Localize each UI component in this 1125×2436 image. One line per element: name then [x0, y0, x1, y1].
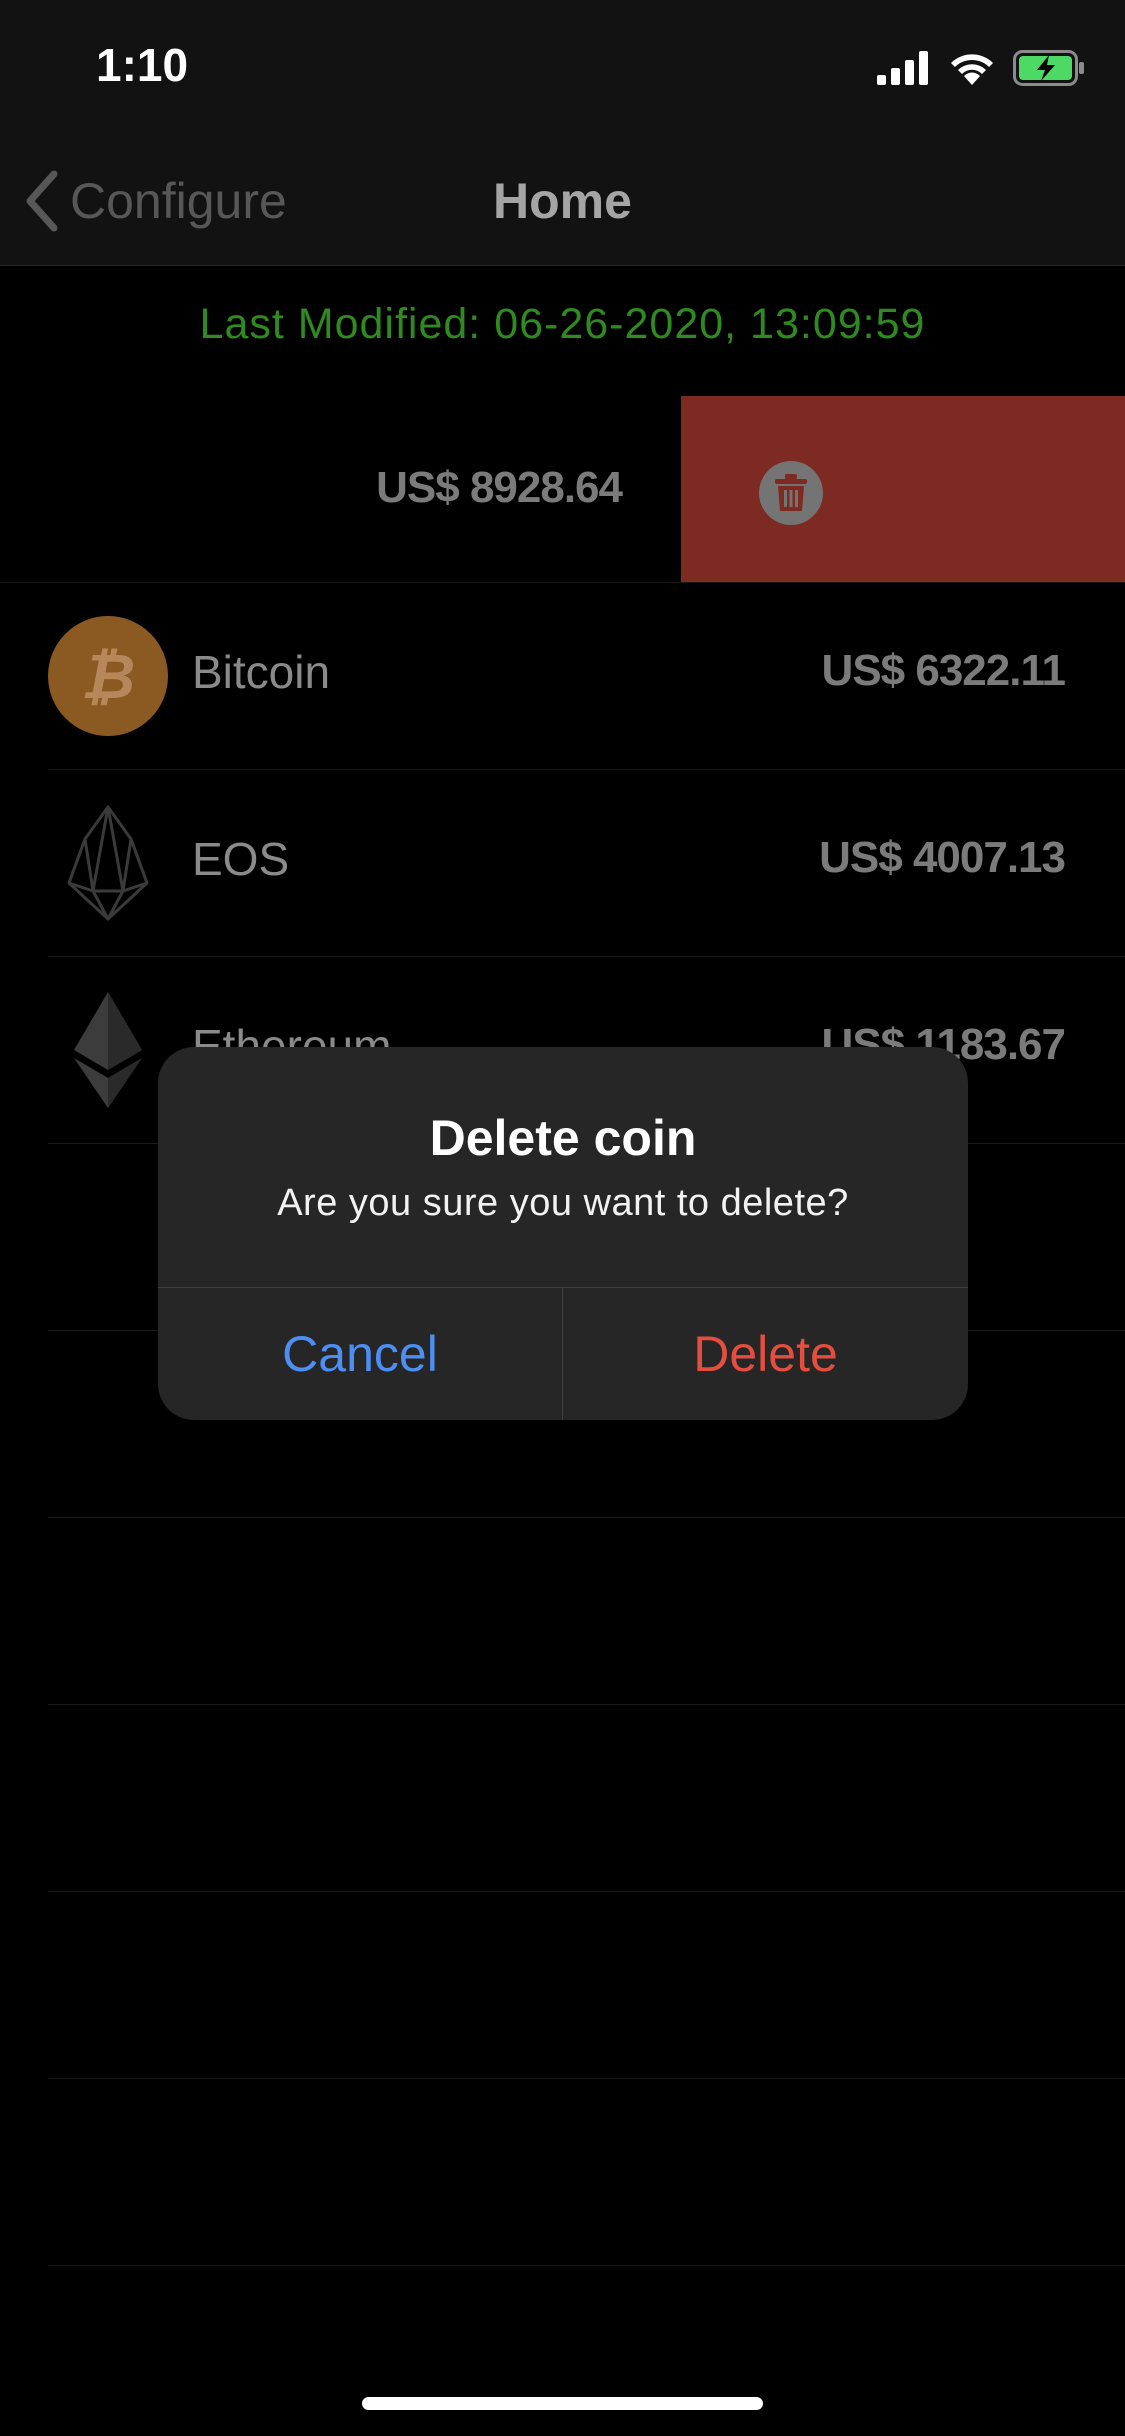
status-time: 1:10	[96, 39, 189, 91]
empty-row	[48, 1705, 1125, 1892]
last-modified-text: Last Modified: 06-26-2020, 13:09:59	[199, 300, 926, 348]
dialog-title: Delete coin	[429, 1110, 697, 1166]
coin-name: EOS	[192, 833, 290, 885]
cancel-button[interactable]: Cancel	[158, 1288, 562, 1420]
wifi-icon	[951, 54, 993, 85]
cellular-signal-icon	[877, 51, 928, 85]
coin-row-bitcoin[interactable]: ₿ Bitcoin US$ 6322.11	[48, 583, 1125, 770]
trash-glyph-icon	[775, 474, 807, 511]
total-row[interactable]: US$ 8928.64	[0, 396, 1125, 583]
coin-value: US$ 6322.11	[821, 646, 1066, 695]
svg-text:₿: ₿	[81, 643, 135, 712]
swipe-delete-action[interactable]	[681, 396, 1125, 582]
ethereum-icon	[48, 990, 168, 1110]
battery-charging-icon	[1013, 50, 1084, 86]
home-indicator[interactable]	[362, 2397, 763, 2410]
status-icons	[877, 46, 1085, 90]
empty-row	[48, 1892, 1125, 2079]
bitcoin-icon: ₿	[48, 616, 168, 736]
empty-row	[48, 2079, 1125, 2266]
page-title: Home	[493, 173, 632, 229]
coin-row-eos[interactable]: EOS US$ 4007.13	[48, 770, 1125, 957]
trash-icon[interactable]	[759, 461, 823, 525]
dialog-message: Are you sure you want to delete?	[277, 1182, 849, 1224]
empty-row	[48, 1518, 1125, 1705]
coin-value: US$ 4007.13	[819, 833, 1066, 882]
confirm-delete-button[interactable]: Delete	[563, 1288, 968, 1420]
navigation-bar: Configure Home	[0, 140, 1125, 266]
eos-icon	[48, 803, 168, 923]
status-bar: 1:10	[0, 0, 1125, 140]
coin-name: Bitcoin	[192, 646, 331, 698]
total-value: US$ 8928.64	[376, 463, 623, 512]
delete-coin-dialog: Delete coin Are you sure you want to del…	[158, 1047, 968, 1420]
